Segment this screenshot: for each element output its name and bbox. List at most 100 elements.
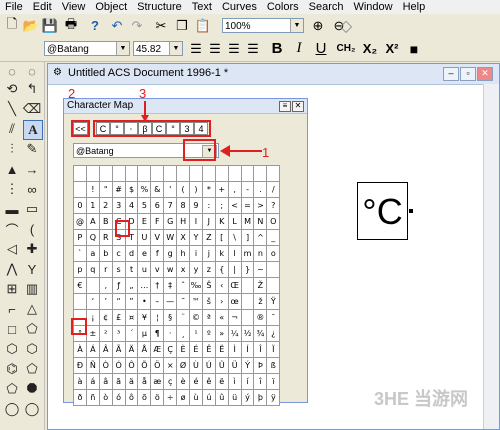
tlc-icon[interactable]: ▥ (23, 280, 41, 298)
char-cell[interactable]: Î (254, 342, 268, 358)
align-justify-icon[interactable]: ☰ (244, 40, 262, 57)
char-cell[interactable]: h (177, 246, 191, 262)
cut-icon[interactable]: ✂ (152, 17, 170, 34)
text-tool-icon[interactable]: A (23, 120, 43, 140)
formula-button[interactable]: CH₂ (334, 40, 358, 57)
char-cell[interactable]: — (164, 294, 178, 310)
char-cell[interactable]: ƒ (112, 278, 126, 294)
char-cell[interactable]: ù (190, 390, 203, 406)
char-cell[interactable]: ¾ (254, 326, 268, 342)
char-cell[interactable] (228, 166, 242, 182)
char-cell[interactable]: ¨ (177, 310, 191, 326)
char-cell[interactable]: N (254, 214, 268, 230)
char-cell[interactable]: ‡ (164, 278, 178, 294)
char-cell[interactable]: F (151, 214, 165, 230)
char-cell[interactable]: J (202, 214, 216, 230)
char-cell[interactable] (74, 182, 87, 198)
char-cell[interactable]: ^ (254, 230, 268, 246)
char-cell[interactable]: Z (202, 230, 216, 246)
char-cell[interactable]: & (151, 182, 165, 198)
maximize-icon[interactable]: ▫ (460, 67, 476, 81)
char-cell[interactable]: + (215, 182, 229, 198)
char-cell[interactable] (267, 278, 281, 294)
char-cell[interactable]: Ä (125, 342, 139, 358)
copy-icon[interactable]: ❐ (173, 17, 191, 34)
menu-item-text[interactable]: Text (187, 0, 217, 14)
menu-item-structure[interactable]: Structure (132, 0, 187, 14)
char-cell[interactable]: † (151, 278, 165, 294)
chevron-down-icon[interactable]: ▼ (116, 42, 129, 55)
char-cell[interactable]: k (215, 246, 229, 262)
char-cell[interactable]: Â (99, 342, 113, 358)
char-cell[interactable]: * (202, 182, 216, 198)
chevron-down-icon[interactable]: ▼ (169, 42, 182, 55)
char-cell[interactable]: | (228, 262, 242, 278)
char-cell[interactable] (215, 166, 229, 182)
char-cell[interactable]: õ (138, 390, 152, 406)
char-cell[interactable]: œ (228, 294, 242, 310)
char-cell[interactable]: } (241, 262, 255, 278)
char-cell[interactable]: × (164, 358, 178, 374)
char-cell[interactable]: t (125, 262, 139, 278)
char-cell[interactable] (267, 166, 281, 182)
char-cell[interactable]: L (228, 214, 242, 230)
char-cell[interactable]: “ (112, 294, 126, 310)
char-cell[interactable]: þ (254, 390, 268, 406)
char-cell[interactable]: © (190, 310, 203, 326)
double-bond-icon[interactable]: ⫽ (3, 120, 21, 138)
vertical-scrollbar[interactable] (483, 84, 499, 429)
zoom-in-icon[interactable]: ⊕ (309, 17, 327, 34)
size-combo[interactable]: 45.82 ▼ (133, 41, 183, 56)
char-cell[interactable]: % (138, 182, 152, 198)
help-icon[interactable]: ? (86, 17, 104, 34)
cycloheptane-icon[interactable]: ⬠ (23, 360, 41, 378)
char-cell[interactable]: í (241, 374, 255, 390)
char-cell[interactable]: ) (190, 182, 203, 198)
char-cell[interactable]: Þ (254, 358, 268, 374)
char-cell[interactable]: G (164, 214, 178, 230)
char-cell[interactable]: ã (112, 374, 126, 390)
subscript-button[interactable]: X₂ (360, 40, 380, 57)
char-cell[interactable]: ì (228, 374, 242, 390)
char-cell[interactable]: m (241, 246, 255, 262)
char-cell[interactable]: Ñ (86, 358, 100, 374)
char-cell[interactable]: € (74, 278, 87, 294)
char-cell[interactable] (190, 166, 203, 182)
char-cell[interactable]: , (228, 182, 242, 198)
char-cell[interactable]: Ã (112, 342, 126, 358)
char-cell[interactable]: = (241, 198, 255, 214)
arrow-icon[interactable]: → (23, 160, 41, 178)
char-cell[interactable]: È (177, 342, 191, 358)
char-cell[interactable] (177, 166, 191, 182)
char-cell[interactable]: « (215, 310, 229, 326)
char-cell[interactable]: r (99, 262, 113, 278)
line-icon[interactable]: ╲ (3, 100, 21, 118)
char-cell[interactable] (74, 294, 87, 310)
color-icon[interactable]: ■ (405, 40, 423, 57)
char-cell[interactable]: ˜ (177, 294, 191, 310)
char-cell[interactable]: Á (86, 342, 100, 358)
char-cell[interactable]: ¿ (267, 326, 281, 342)
close-icon[interactable]: ✕ (292, 101, 304, 112)
char-cell[interactable]: @ (74, 214, 87, 230)
open-icon[interactable]: 📂 (22, 17, 40, 34)
char-cell[interactable]: À (74, 342, 87, 358)
template-icon[interactable]: ⌐ (3, 300, 21, 318)
char-cell[interactable]: K (215, 214, 229, 230)
char-cell[interactable]: š (202, 294, 216, 310)
char-cell[interactable]: l (228, 246, 242, 262)
rectangle-icon[interactable]: ▭ (23, 200, 41, 218)
char-cell[interactable]: v (151, 262, 165, 278)
char-cell[interactable]: µ (138, 326, 152, 342)
wavy-bond-icon[interactable]: ⌒ (3, 220, 21, 238)
menu-item-help[interactable]: Help (398, 0, 431, 14)
underline-button[interactable]: U (312, 40, 330, 57)
bond-icon[interactable]: ↰ (23, 80, 41, 98)
char-cell[interactable]: Ï (267, 342, 281, 358)
char-cell[interactable]: V (151, 230, 165, 246)
chevron-down-icon[interactable]: ▼ (290, 19, 303, 32)
char-cell[interactable]: ’ (99, 294, 113, 310)
text-object[interactable]: °C (357, 182, 408, 240)
char-cell[interactable]: ö (151, 390, 165, 406)
char-cell[interactable]: a (86, 246, 100, 262)
